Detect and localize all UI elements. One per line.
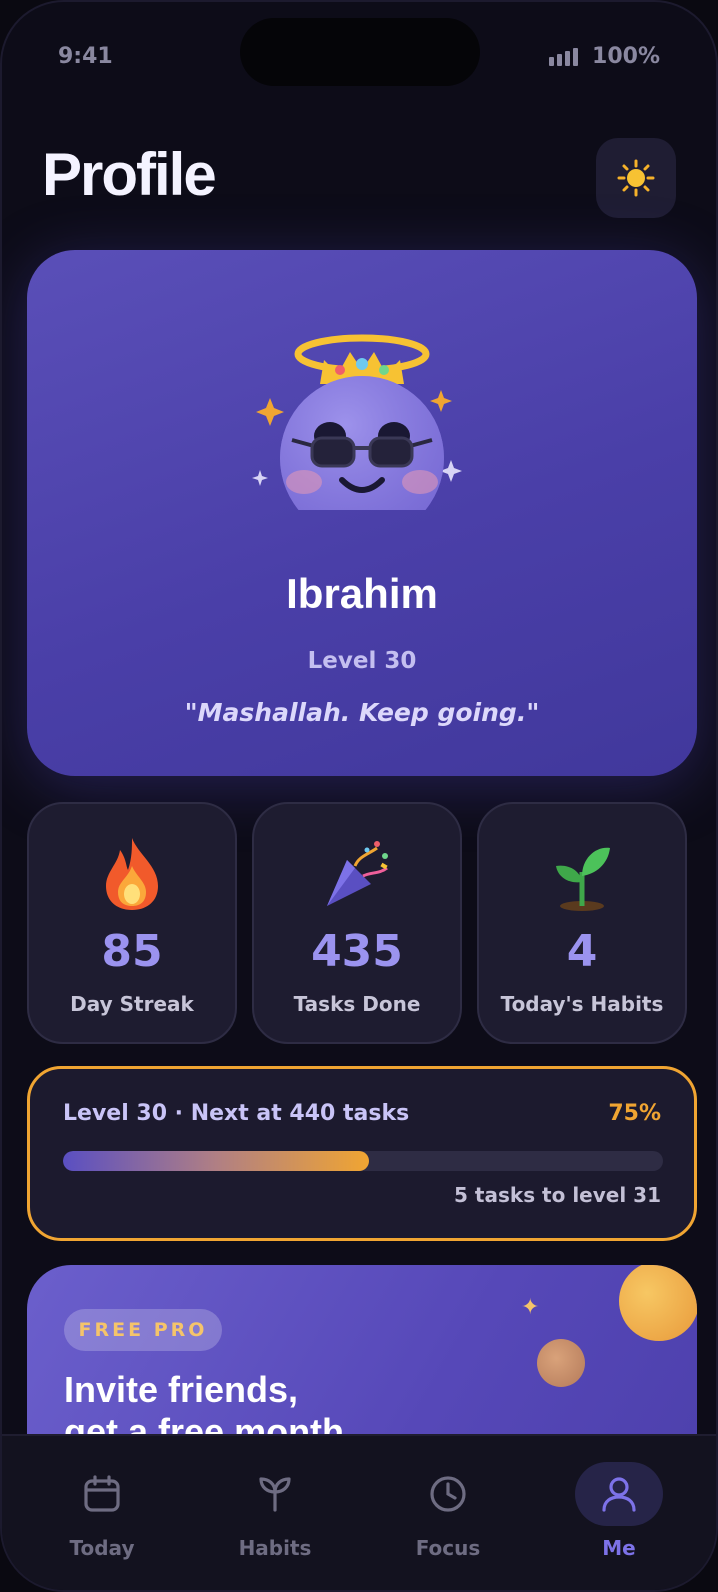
stat-label: Day Streak bbox=[70, 992, 194, 1016]
page-title: Profile bbox=[42, 141, 217, 208]
tab-today[interactable]: Today bbox=[37, 1462, 167, 1572]
profile-name: Ibrahim bbox=[286, 570, 438, 617]
battery-percent: 100% bbox=[592, 44, 660, 69]
stat-value: 4 bbox=[566, 926, 598, 977]
tab-label: Focus bbox=[415, 1536, 481, 1560]
status-indicators: 100% bbox=[549, 44, 660, 69]
calendar-icon bbox=[84, 1475, 120, 1512]
dynamic-island bbox=[240, 18, 480, 86]
tab-habits[interactable]: Habits bbox=[210, 1462, 340, 1572]
profile-level: Level 30 bbox=[307, 648, 417, 674]
theme-toggle-button[interactable] bbox=[596, 138, 676, 218]
progress-fill bbox=[63, 1151, 369, 1171]
stat-label: Today's Habits bbox=[500, 992, 664, 1016]
user-icon bbox=[602, 1477, 636, 1512]
stat-value: 85 bbox=[101, 926, 163, 977]
tab-label: Habits bbox=[238, 1536, 312, 1560]
seedling-icon bbox=[556, 847, 610, 911]
avatar[interactable] bbox=[252, 290, 472, 540]
invite-title-line1: Invite friends, bbox=[64, 1369, 299, 1410]
sprout-icon bbox=[259, 1477, 291, 1512]
stat-card-streak[interactable]: 85 Day Streak bbox=[27, 802, 237, 1044]
avatar-mascot-icon bbox=[252, 334, 462, 540]
free-pro-badge: FREE PRO bbox=[64, 1309, 222, 1351]
stat-value: 435 bbox=[311, 926, 403, 977]
phone-frame: 9:41 100% Profile Ibrahim Level 30 "Mash… bbox=[0, 0, 718, 1592]
stat-card-habits[interactable]: 4 Today's Habits bbox=[477, 802, 687, 1044]
level-progress-text: Level 30 · Next at 440 tasks bbox=[63, 1101, 410, 1126]
profile-card: Ibrahim Level 30 "Mashallah. Keep going.… bbox=[27, 250, 697, 776]
clock-icon bbox=[430, 1476, 466, 1512]
small-planet-icon bbox=[537, 1339, 585, 1387]
fire-icon bbox=[106, 838, 158, 910]
tab-focus[interactable]: Focus bbox=[383, 1462, 513, 1572]
level-progress-card: Level 30 · Next at 440 tasks 75% 5 tasks… bbox=[27, 1066, 697, 1241]
sparkle-icon: ✦ bbox=[521, 1295, 540, 1320]
sun-icon bbox=[617, 159, 655, 197]
level-progress-percent: 75% bbox=[608, 1101, 661, 1126]
tab-me[interactable]: Me bbox=[554, 1462, 684, 1572]
stat-card-tasks[interactable]: 435 Tasks Done bbox=[252, 802, 462, 1044]
planet-icon bbox=[619, 1265, 697, 1341]
tab-label: Today bbox=[69, 1536, 135, 1560]
stat-label: Tasks Done bbox=[293, 992, 421, 1016]
signal-icon bbox=[549, 47, 579, 66]
party-popper-icon bbox=[327, 841, 388, 906]
progress-track bbox=[63, 1151, 663, 1171]
level-remaining: 5 tasks to level 31 bbox=[454, 1183, 661, 1207]
profile-quote: "Mashallah. Keep going." bbox=[184, 698, 540, 727]
status-time: 9:41 bbox=[58, 44, 113, 69]
bottom-tab-bar: Today Habits Focus Me bbox=[2, 1434, 716, 1590]
tab-label: Me bbox=[602, 1536, 636, 1560]
